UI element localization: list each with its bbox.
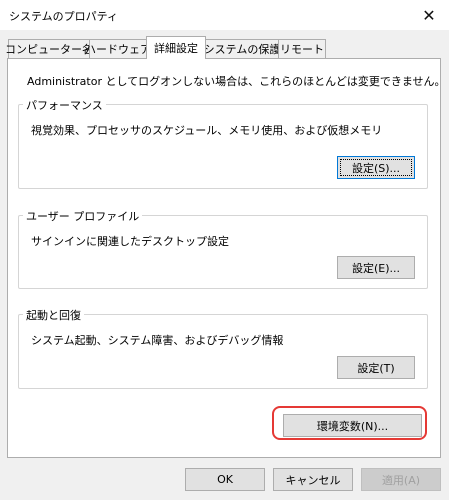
startup-recovery-title: 起動と回復 <box>23 307 84 323</box>
admin-note: Administrator としてログオンしない場合は、これらのほとんどは変更で… <box>27 75 446 88</box>
tab-system-protection[interactable]: システムの保護 <box>204 39 280 58</box>
startup-recovery-description: システム起動、システム障害、およびデバッグ情報 <box>31 334 284 347</box>
ok-button[interactable]: OK <box>185 468 265 491</box>
close-icon: ✕ <box>422 5 436 25</box>
apply-button[interactable]: 適用(A) <box>361 468 441 491</box>
close-button[interactable]: ✕ <box>409 0 449 30</box>
startup-recovery-settings-button[interactable]: 設定(T) <box>337 356 415 379</box>
performance-group: パフォーマンス 視覚効果、プロセッサのスケジュール、メモリ使用、および仮想メモリ… <box>18 97 428 189</box>
user-profile-settings-button[interactable]: 設定(E)... <box>337 256 415 279</box>
tab-remote[interactable]: リモート <box>278 39 326 58</box>
user-profile-title: ユーザー プロファイル <box>23 208 143 224</box>
user-profile-description: サインインに関連したデスクトップ設定 <box>31 235 229 248</box>
cancel-button[interactable]: キャンセル <box>273 468 353 491</box>
performance-settings-button[interactable]: 設定(S)... <box>337 156 415 179</box>
performance-title: パフォーマンス <box>23 97 106 113</box>
tab-computer-name[interactable]: コンピューター名 <box>5 39 93 58</box>
user-profile-group: ユーザー プロファイル サインインに関連したデスクトップ設定 設定(E)... <box>18 208 428 289</box>
startup-recovery-group: 起動と回復 システム起動、システム障害、およびデバッグ情報 設定(T) <box>18 307 428 389</box>
environment-variables-button[interactable]: 環境変数(N)... <box>283 414 422 437</box>
advanced-panel: Administrator としてログオンしない場合は、これらのほとんどは変更で… <box>7 58 446 458</box>
window-title: システムのプロパティ <box>9 10 119 23</box>
performance-description: 視覚効果、プロセッサのスケジュール、メモリ使用、および仮想メモリ <box>31 124 383 137</box>
tab-hardware[interactable]: ハードウェア <box>85 39 151 58</box>
title-bar: システムのプロパティ ✕ <box>0 0 449 30</box>
tab-advanced[interactable]: 詳細設定 <box>146 36 206 59</box>
